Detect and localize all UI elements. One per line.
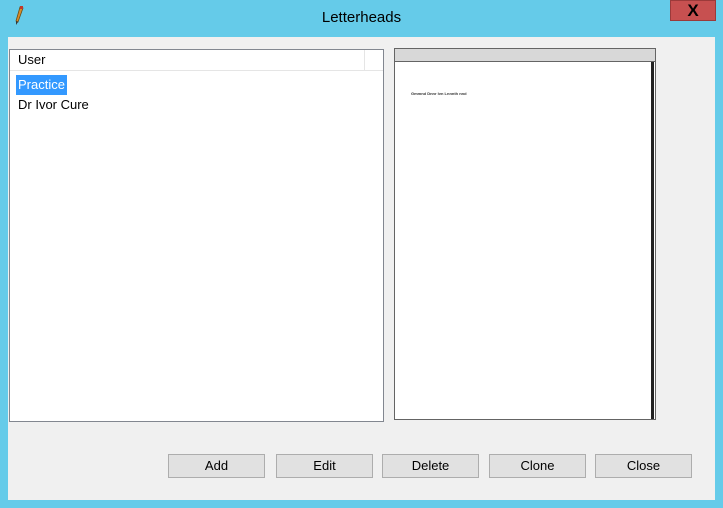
close-window-button[interactable]: X	[670, 0, 716, 21]
letterheads-window: Letterheads X User Practice Dr Ivor Cure…	[0, 0, 723, 508]
users-list[interactable]: User Practice Dr Ivor Cure	[9, 49, 384, 422]
client-area: User Practice Dr Ivor Cure Gmmnd Dnnr Iv…	[8, 37, 715, 500]
window-title: Letterheads	[321, 9, 402, 26]
close-icon: X	[687, 1, 699, 20]
preview-letterhead-text: Gmmnd Dnnr Ivn Lnnnth nnd	[411, 91, 467, 96]
letterhead-preview: Gmmnd Dnnr Ivn Lnnnth nnd	[394, 48, 656, 420]
column-header-user[interactable]: User	[10, 50, 365, 70]
clone-button[interactable]: Clone	[489, 454, 586, 478]
close-button[interactable]: Close	[595, 454, 692, 478]
edit-button[interactable]: Edit	[276, 454, 373, 478]
list-item-practice[interactable]: Practice	[16, 75, 67, 95]
list-header: User	[10, 50, 383, 71]
delete-button[interactable]: Delete	[382, 454, 479, 478]
preview-page: Gmmnd Dnnr Ivn Lnnnth nnd	[395, 62, 654, 419]
list-item-dr-ivor-cure[interactable]: Dr Ivor Cure	[16, 95, 91, 115]
title-bar[interactable]: Letterheads X	[0, 0, 723, 37]
preview-top-bar	[395, 49, 655, 62]
add-button[interactable]: Add	[168, 454, 265, 478]
